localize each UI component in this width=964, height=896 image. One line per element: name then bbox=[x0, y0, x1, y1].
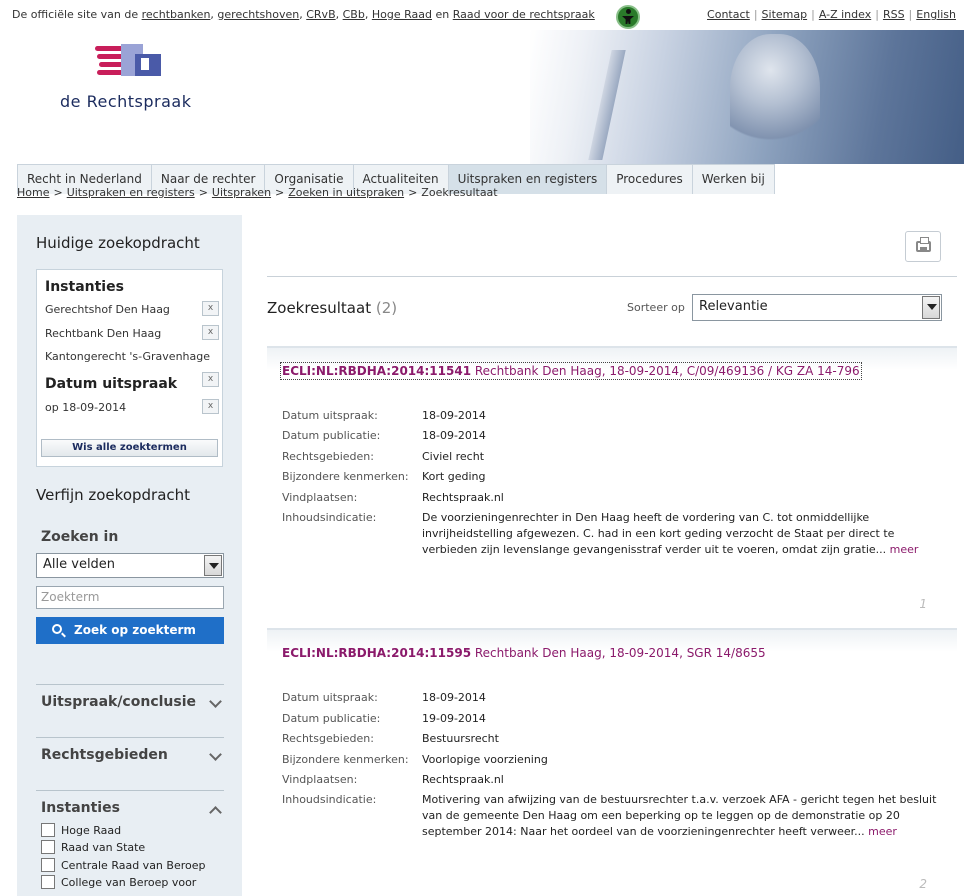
checkbox[interactable] bbox=[41, 840, 55, 854]
sort-select[interactable]: Relevantie bbox=[692, 294, 942, 321]
facet-title: Uitspraak/conclusie bbox=[41, 694, 197, 710]
facet-title: Rechtsgebieden bbox=[41, 747, 168, 763]
nav-tab-werken-bij[interactable]: Werken bij bbox=[691, 164, 775, 194]
result-summary: Motivering van afwijzing van de bestuurs… bbox=[422, 793, 937, 838]
utility-links: Contact | Sitemap | A-Z index | RSS | English bbox=[707, 8, 956, 21]
result-title-link[interactable]: ECLI:NL:RBDHA:2014:11595 Rechtbank Den H… bbox=[282, 646, 766, 660]
print-button[interactable] bbox=[905, 231, 941, 262]
search-button[interactable]: Zoek op zoekterm bbox=[36, 617, 224, 644]
rechtspraak-logo-icon[interactable] bbox=[95, 44, 165, 86]
breadcrumb-uitspraken[interactable]: Uitspraken bbox=[212, 186, 271, 199]
search-button-label: Zoek op zoekterm bbox=[74, 623, 196, 637]
remove-term-datum-heading-button[interactable]: x bbox=[202, 372, 219, 387]
link-cbb[interactable]: CBb bbox=[343, 8, 365, 21]
nav-tab-procedures[interactable]: Procedures bbox=[606, 164, 692, 194]
facet-title: Instanties bbox=[41, 800, 120, 816]
result-index: 2 bbox=[919, 877, 927, 891]
term-gerechtshof-den-haag: Gerechtshof Den Haag bbox=[45, 303, 170, 316]
facet-rechtsgebieden[interactable]: Rechtsgebieden bbox=[36, 737, 224, 790]
header-photo-pillar bbox=[588, 50, 626, 160]
clear-all-terms-button[interactable]: Wis alle zoektermen bbox=[41, 439, 218, 457]
link-rechtbanken[interactable]: rechtbanken bbox=[142, 8, 211, 21]
breadcrumb-home[interactable]: Home bbox=[17, 186, 49, 199]
search-in-select[interactable]: Alle velden bbox=[36, 553, 224, 578]
link-az-index[interactable]: A-Z index bbox=[819, 8, 871, 21]
link-contact[interactable]: Contact bbox=[707, 8, 750, 21]
header-photo-statue bbox=[730, 34, 820, 154]
logo-text[interactable]: de Rechtspraak bbox=[60, 92, 191, 111]
link-gerechtshoven[interactable]: gerechtshoven bbox=[217, 8, 299, 21]
print-icon bbox=[916, 237, 931, 252]
term-rechtbank-den-haag: Rechtbank Den Haag bbox=[45, 327, 162, 340]
site-header: de Rechtspraak Recht in Nederland Naar d… bbox=[0, 30, 964, 194]
remove-term-datum-button[interactable]: x bbox=[202, 399, 219, 414]
term-datum: op 18-09-2014 bbox=[45, 401, 127, 414]
link-hoge-raad[interactable]: Hoge Raad bbox=[372, 8, 432, 21]
results-heading: Zoekresultaat (2) bbox=[267, 299, 398, 317]
instantie-option-centrale-raad[interactable]: Centrale Raad van Beroep bbox=[41, 858, 205, 872]
read-more-link[interactable]: meer bbox=[868, 825, 897, 838]
breadcrumb-current: Zoekresultaat bbox=[421, 186, 498, 199]
link-rss[interactable]: RSS bbox=[883, 8, 905, 21]
result-summary: De voorzieningenrechter in Den Haag heef… bbox=[422, 511, 919, 556]
sort-value: Relevantie bbox=[699, 299, 768, 314]
current-search-box: Instanties Gerechtshof Den Haag x Rechtb… bbox=[36, 269, 223, 467]
search-term-input[interactable]: Zoekterm bbox=[36, 586, 224, 609]
instanties-heading: Instanties bbox=[45, 279, 124, 295]
search-sidebar: Huidige zoekopdracht Instanties Gerechts… bbox=[17, 215, 242, 896]
chevron-down-icon[interactable] bbox=[922, 296, 940, 319]
official-prefix: De officiële site van de bbox=[12, 8, 139, 21]
result-item: ECLI:NL:RBDHA:2014:11541 Rechtbank Den H… bbox=[267, 346, 957, 628]
facet-uitspraak-conclusie[interactable]: Uitspraak/conclusie bbox=[36, 684, 224, 737]
search-in-label: Zoeken in bbox=[41, 529, 119, 545]
current-search-title: Huidige zoekopdracht bbox=[36, 234, 200, 252]
read-more-link[interactable]: meer bbox=[890, 543, 919, 556]
sort-label: Sorteer op bbox=[627, 301, 685, 314]
term-kantongerecht: Kantongerecht 's-Gravenhage bbox=[45, 350, 210, 363]
search-icon bbox=[52, 624, 62, 634]
chevron-down-icon[interactable] bbox=[209, 748, 222, 761]
header-photo-lady-justice bbox=[530, 30, 964, 164]
remove-term-rechtbank-button[interactable]: x bbox=[202, 325, 219, 340]
checkbox[interactable] bbox=[41, 858, 55, 872]
checkbox[interactable] bbox=[41, 823, 55, 837]
checkbox[interactable] bbox=[41, 875, 55, 889]
official-site-notice: De officiële site van de rechtbanken, ge… bbox=[12, 8, 595, 21]
instantie-option-college-van-beroep[interactable]: College van Beroep voor bbox=[41, 875, 196, 889]
result-title-link[interactable]: ECLI:NL:RBDHA:2014:11541 Rechtbank Den H… bbox=[280, 362, 862, 380]
chevron-up-icon[interactable] bbox=[209, 806, 222, 819]
search-in-value: Alle velden bbox=[43, 557, 116, 572]
link-sitemap[interactable]: Sitemap bbox=[762, 8, 808, 21]
breadcrumb-uitspraken-en-registers[interactable]: Uitspraken en registers bbox=[67, 186, 195, 199]
link-crvb[interactable]: CRvB bbox=[306, 8, 335, 21]
accessibility-icon[interactable] bbox=[616, 5, 640, 29]
breadcrumb: Home > Uitspraken en registers > Uitspraken >… bbox=[17, 186, 498, 199]
and-word: en bbox=[435, 8, 450, 21]
instantie-option-raad-van-state[interactable]: Raad van State bbox=[41, 840, 145, 854]
results-count: (2) bbox=[375, 299, 398, 317]
top-bar: De officiële site van de rechtbanken, ge… bbox=[0, 0, 964, 30]
link-english[interactable]: English bbox=[916, 8, 956, 21]
link-raad-voor-de-rechtspraak[interactable]: Raad voor de rechtspraak bbox=[453, 8, 595, 21]
result-item: ECLI:NL:RBDHA:2014:11595 Rechtbank Den H… bbox=[267, 628, 957, 896]
datum-heading: Datum uitspraak bbox=[45, 376, 178, 392]
chevron-down-icon[interactable] bbox=[209, 695, 222, 708]
result-index: 1 bbox=[919, 597, 927, 611]
breadcrumb-zoeken-in-uitspraken[interactable]: Zoeken in uitspraken bbox=[288, 186, 404, 199]
divider bbox=[267, 276, 957, 277]
instantie-option-hoge-raad[interactable]: Hoge Raad bbox=[41, 823, 121, 837]
chevron-down-icon[interactable] bbox=[204, 555, 222, 576]
refine-search-title: Verfijn zoekopdracht bbox=[36, 486, 191, 504]
remove-term-gerechtshof-button[interactable]: x bbox=[202, 301, 219, 316]
